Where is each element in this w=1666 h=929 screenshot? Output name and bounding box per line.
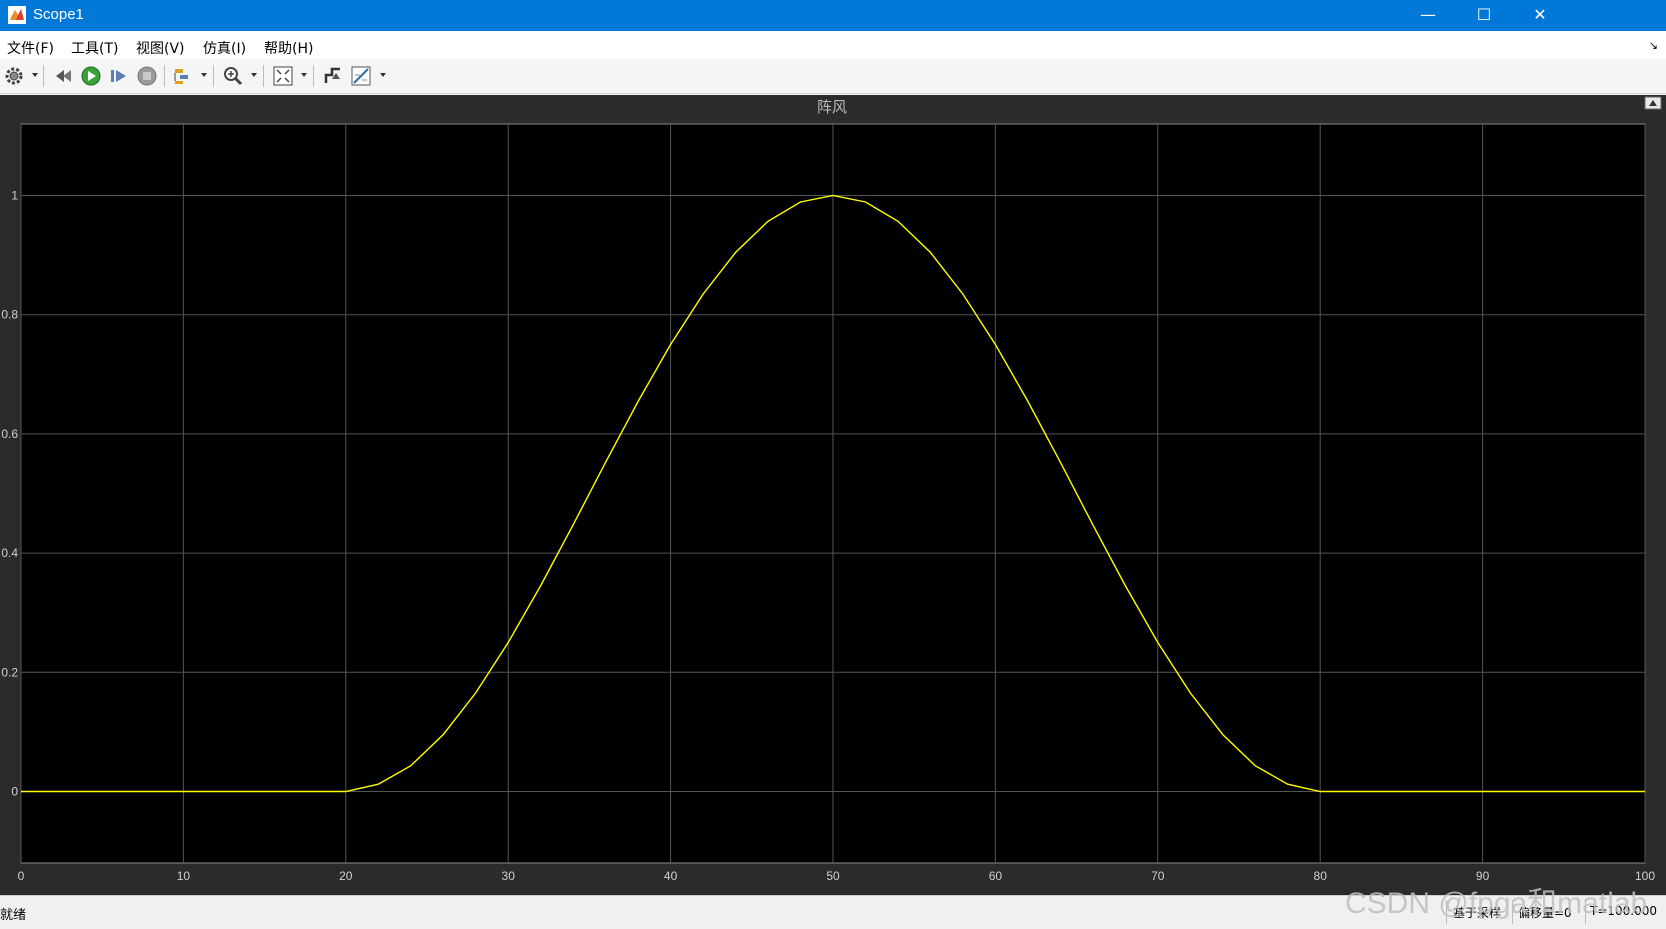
x-tick-label: 70 xyxy=(1151,869,1165,883)
menu-tools[interactable]: 工具(T) xyxy=(71,38,118,58)
undock-plot-button[interactable] xyxy=(1644,96,1662,110)
y-tick-label: 0.8 xyxy=(1,308,18,322)
close-button[interactable]: ✕ xyxy=(1512,0,1568,31)
status-ready: 就绪 xyxy=(0,908,27,923)
toolbar-separator xyxy=(313,65,314,87)
x-tick-label: 10 xyxy=(177,869,191,883)
gear-dropdown-arrow-icon[interactable] xyxy=(32,73,38,77)
toolbar-separator xyxy=(213,65,214,87)
csdn-watermark: CSDN @fpga和matlab xyxy=(1345,887,1648,920)
scope-display: 阵风 0 10 20 30 40 50 60 70 80 90 100 0 0.2 0.4 0.6 0.8 1 xyxy=(0,95,1666,895)
y-tick-label: 0 xyxy=(11,784,18,798)
run-icon[interactable] xyxy=(80,65,102,87)
menu-simulation[interactable]: 仿真(I) xyxy=(203,38,246,58)
stop-icon[interactable] xyxy=(136,65,158,87)
fit-dropdown-arrow-icon[interactable] xyxy=(301,73,307,77)
menu-bar: 文件(F) 工具(T) 视图(V) 仿真(I) 帮助(H) ↘ xyxy=(0,31,1666,59)
measurement-dropdown-arrow-icon[interactable] xyxy=(380,73,386,77)
toolbar-separator xyxy=(263,65,264,87)
y-tick-label: 0.2 xyxy=(1,665,18,679)
measurement-icon[interactable] xyxy=(350,65,372,87)
x-tick-label: 80 xyxy=(1314,869,1328,883)
plot-title: 阵风 xyxy=(817,99,847,116)
maximize-button[interactable]: ☐ xyxy=(1456,0,1512,31)
title-bar: Scope1 — ☐ ✕ xyxy=(0,0,1666,31)
triggers-icon[interactable] xyxy=(322,65,344,87)
x-tick-label: 30 xyxy=(502,869,516,883)
y-tick-label: 0.6 xyxy=(1,427,18,441)
y-tick-labels: 0 0.2 0.4 0.6 0.8 1 xyxy=(1,189,18,799)
y-tick-label: 0.4 xyxy=(1,546,18,560)
fit-to-view-icon[interactable] xyxy=(272,65,294,87)
matlab-app-icon xyxy=(8,6,26,24)
toolbar-separator xyxy=(164,65,165,87)
gear-icon[interactable] xyxy=(3,65,25,87)
x-tick-label: 20 xyxy=(339,869,353,883)
toolbar xyxy=(0,59,1666,94)
x-tick-label: 60 xyxy=(989,869,1003,883)
x-tick-label: 0 xyxy=(18,869,25,883)
toolbar-separator xyxy=(43,65,44,87)
zoom-in-icon[interactable] xyxy=(222,65,244,87)
menu-view[interactable]: 视图(V) xyxy=(136,38,185,58)
x-tick-label: 50 xyxy=(826,869,840,883)
signal-select-icon[interactable] xyxy=(172,65,194,87)
window-title: Scope1 xyxy=(33,6,84,23)
dock-arrow-icon[interactable]: ↘ xyxy=(1649,39,1658,52)
step-forward-icon[interactable] xyxy=(108,65,130,87)
y-tick-label: 1 xyxy=(11,189,18,203)
menu-help[interactable]: 帮助(H) xyxy=(264,38,313,58)
x-tick-label: 40 xyxy=(664,869,678,883)
minimize-button[interactable]: — xyxy=(1400,0,1456,31)
menu-file[interactable]: 文件(F) xyxy=(7,38,54,58)
scope-plot[interactable]: 阵风 0 10 20 30 40 50 60 70 80 90 100 00.20.40.60.81 xyxy=(0,95,1666,895)
step-back-icon[interactable] xyxy=(52,65,74,87)
signal-select-dropdown-arrow-icon[interactable] xyxy=(201,73,207,77)
zoom-dropdown-arrow-icon[interactable] xyxy=(251,73,257,77)
